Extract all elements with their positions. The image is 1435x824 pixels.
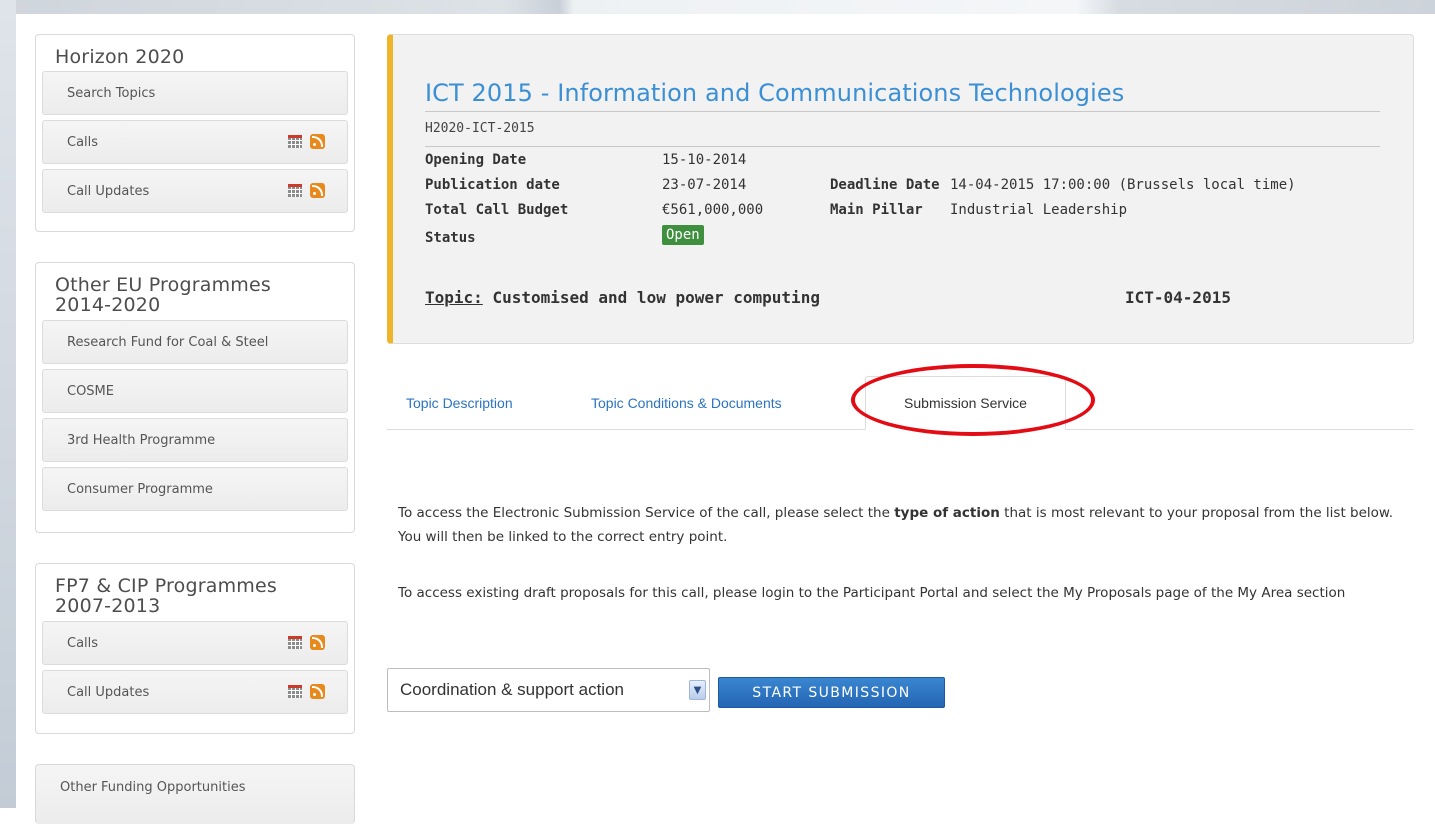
- sidebar-item-research-fund[interactable]: Research Fund for Coal & Steel: [42, 320, 348, 364]
- sidebar-item-label: Consumer Programme: [67, 481, 213, 497]
- sidebar-title-line2: 2007-2013: [55, 595, 161, 617]
- top-banner: [0, 0, 1435, 14]
- sidebar-item-label: Call Updates: [67, 183, 150, 199]
- sidebar-horizon-2020: Horizon 2020 Search Topics Calls Call Up…: [35, 34, 355, 232]
- publication-date-value: 23-07-2014: [662, 177, 747, 193]
- calendar-icon[interactable]: [288, 135, 302, 148]
- opening-date-value: 15-10-2014: [662, 152, 747, 168]
- status-label: Status: [425, 230, 476, 246]
- sidebar-item-cosme[interactable]: COSME: [42, 369, 348, 413]
- id-divider: [425, 146, 1380, 147]
- deadline-date-value: 14-04-2015 17:00:00 (Brussels local time…: [950, 177, 1296, 193]
- title-divider: [425, 111, 1380, 112]
- sidebar-other-eu-programmes: Other EU Programmes 2014-2020 Research F…: [35, 262, 355, 533]
- chevron-down-icon[interactable]: ▼: [689, 680, 706, 700]
- sidebar-item-consumer-programme[interactable]: Consumer Programme: [42, 467, 348, 511]
- action-type-selected-value: Coordination & support action: [400, 680, 624, 699]
- sidebar-title-line1: FP7 & CIP Programmes: [55, 575, 277, 597]
- topic-label: Topic:: [425, 288, 483, 307]
- action-type-select[interactable]: Coordination & support action ▼: [387, 668, 710, 712]
- instructions-text-start: To access the Electronic Submission Serv…: [398, 505, 895, 521]
- main-pillar-label: Main Pillar: [830, 202, 923, 218]
- total-budget-value: €561,000,000: [662, 202, 764, 218]
- sidebar-title-fp7: FP7 & CIP Programmes 2007-2013: [55, 576, 348, 616]
- sidebar-item-label: Research Fund for Coal & Steel: [67, 334, 269, 350]
- sidebar-item-other-funding[interactable]: Other Funding Opportunities: [36, 765, 354, 795]
- sidebar-item-label: Calls: [67, 134, 99, 150]
- sidebar-item-fp7-calls[interactable]: Calls: [42, 621, 348, 665]
- deadline-date-label: Deadline Date: [830, 177, 940, 193]
- calendar-icon[interactable]: [288, 636, 302, 649]
- sidebar-item-label: COSME: [67, 383, 114, 399]
- tab-topic-description[interactable]: Topic Description: [406, 395, 513, 411]
- rss-icon[interactable]: [310, 635, 325, 650]
- sidebar-title-other-eu: Other EU Programmes 2014-2020: [55, 275, 348, 315]
- sidebar-other-funding: Other Funding Opportunities: [35, 764, 355, 824]
- publication-date-label: Publication date: [425, 177, 560, 193]
- call-title: ICT 2015 - Information and Communication…: [425, 79, 1125, 107]
- sidebar-item-call-updates[interactable]: Call Updates: [42, 169, 348, 213]
- sidebar-item-label: 3rd Health Programme: [67, 432, 216, 448]
- topic-title: Customised and low power computing: [492, 288, 820, 307]
- draft-proposals-instructions: To access existing draft proposals for t…: [398, 585, 1346, 601]
- topic-code: ICT-04-2015: [1125, 288, 1231, 307]
- main-pillar-value: Industrial Leadership: [950, 202, 1128, 218]
- rss-icon[interactable]: [310, 134, 325, 149]
- sidebar-item-calls[interactable]: Calls: [42, 120, 348, 164]
- sidebar-item-health-programme[interactable]: 3rd Health Programme: [42, 418, 348, 462]
- total-budget-label: Total Call Budget: [425, 202, 569, 218]
- sidebar-item-search-topics[interactable]: Search Topics: [42, 71, 348, 115]
- rss-icon[interactable]: [310, 183, 325, 198]
- sidebar-item-label: Call Updates: [67, 684, 150, 700]
- calendar-icon[interactable]: [288, 184, 302, 197]
- instructions-bold-text: type of action: [894, 505, 1000, 521]
- sidebar-title-line1: Other EU Programmes: [55, 274, 272, 296]
- call-info-panel: ICT 2015 - Information and Communication…: [387, 34, 1414, 344]
- call-identifier: H2020-ICT-2015: [425, 121, 535, 136]
- topic-line: Topic: Customised and low power computin…: [425, 288, 820, 307]
- sidebar-item-fp7-call-updates[interactable]: Call Updates: [42, 670, 348, 714]
- sidebar-title-horizon: Horizon 2020: [55, 46, 185, 68]
- tab-submission-service[interactable]: Submission Service: [865, 376, 1066, 430]
- status-badge: Open: [662, 225, 704, 245]
- left-page-edge: [0, 0, 16, 808]
- submission-instructions: To access the Electronic Submission Serv…: [398, 501, 1408, 549]
- sidebar-title-line2: 2014-2020: [55, 294, 161, 316]
- start-submission-button[interactable]: START SUBMISSION: [718, 677, 945, 708]
- sidebar-item-label: Calls: [67, 635, 99, 651]
- tab-topic-conditions[interactable]: Topic Conditions & Documents: [591, 395, 782, 411]
- sidebar-fp7-cip: FP7 & CIP Programmes 2007-2013 Calls Cal…: [35, 563, 355, 734]
- calendar-icon[interactable]: [288, 685, 302, 698]
- rss-icon[interactable]: [310, 684, 325, 699]
- opening-date-label: Opening Date: [425, 152, 527, 168]
- sidebar-item-label: Search Topics: [67, 85, 156, 101]
